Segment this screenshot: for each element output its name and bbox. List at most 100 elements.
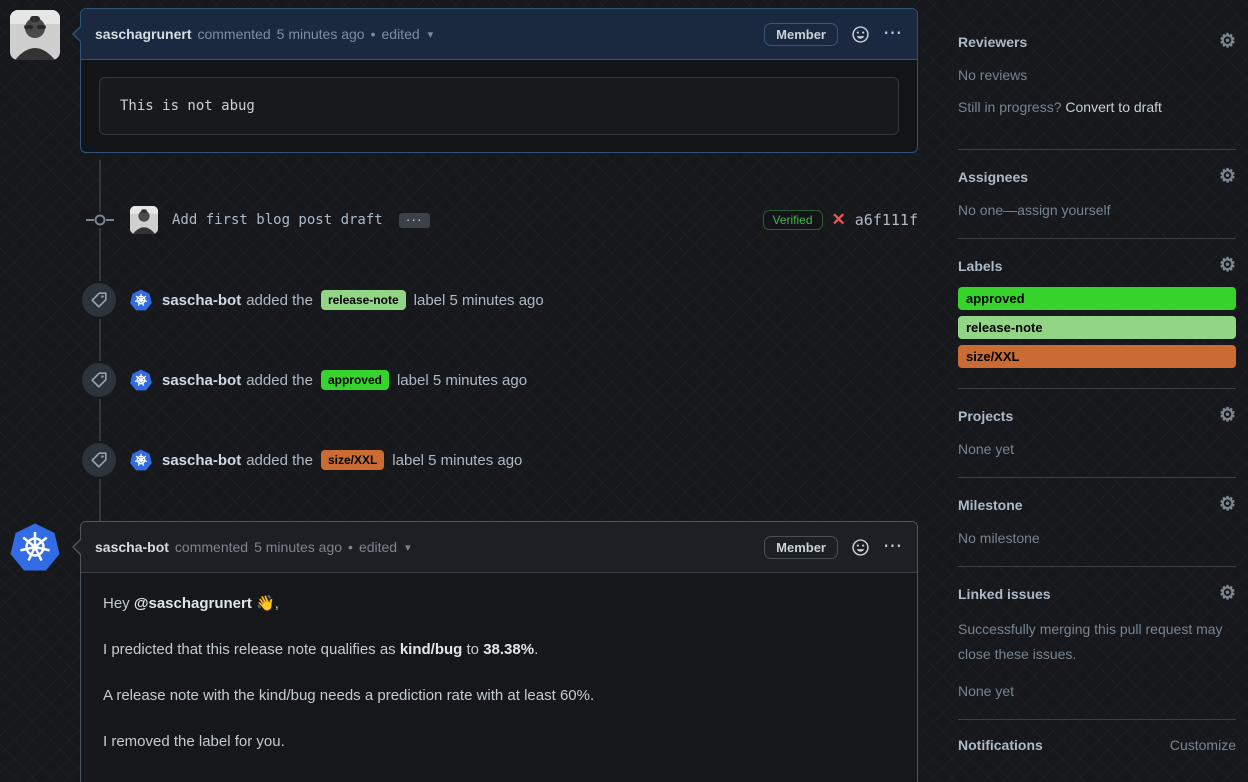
sidebar: Reviewers ⚙ No reviews Still in progress… bbox=[958, 0, 1236, 773]
label-release-note[interactable]: release-note bbox=[958, 316, 1236, 339]
comment-action: commented bbox=[197, 26, 271, 42]
customize-link[interactable]: Customize bbox=[1170, 737, 1236, 753]
linked-issues-description: Successfully merging this pull request m… bbox=[958, 621, 1223, 662]
assignees-title: Assignees bbox=[958, 168, 1029, 185]
linked-issues-section: Linked issues ⚙ Successfully merging thi… bbox=[958, 567, 1236, 720]
kubernetes-logo-icon bbox=[10, 523, 60, 571]
label-event-row: sascha-bot added the approved label 5 mi… bbox=[80, 358, 918, 402]
comment-paragraph: Hey @saschagrunert 👋, bbox=[103, 595, 279, 612]
tag-icon bbox=[80, 441, 118, 479]
person-photo-icon bbox=[130, 206, 158, 234]
verified-badge[interactable]: Verified bbox=[762, 210, 823, 230]
label-size-xxl[interactable]: size/XXL bbox=[958, 345, 1236, 368]
comment-saschagrunert: saschagrunert commented 5 minutes ago • … bbox=[72, 8, 918, 153]
gear-icon[interactable]: ⚙ bbox=[1219, 495, 1236, 514]
edited-label[interactable]: edited bbox=[359, 539, 397, 555]
git-commit-icon bbox=[80, 212, 120, 228]
event-author[interactable]: sascha-bot bbox=[162, 292, 241, 309]
edited-label[interactable]: edited bbox=[382, 26, 420, 42]
notifications-title: Notifications bbox=[958, 737, 1043, 753]
member-badge: Member bbox=[764, 22, 838, 46]
event-text: label 5 minutes ago bbox=[392, 451, 523, 469]
kebab-menu-icon[interactable]: ⋯ bbox=[883, 537, 903, 556]
reviewers-section: Reviewers ⚙ No reviews Still in progress… bbox=[958, 0, 1236, 150]
comment-author[interactable]: sascha-bot bbox=[95, 539, 169, 555]
code-block: This is not abug bbox=[99, 77, 899, 135]
assign-yourself-link[interactable]: assign yourself bbox=[1017, 202, 1110, 218]
event-text: added the bbox=[246, 451, 313, 469]
kebab-menu-icon[interactable]: ⋯ bbox=[883, 24, 903, 43]
event-author[interactable]: sascha-bot bbox=[162, 452, 241, 469]
comment-sascha-bot: sascha-bot commented 5 minutes ago • edi… bbox=[72, 521, 918, 782]
person-photo-icon bbox=[10, 10, 60, 60]
saschagrunert-avatar[interactable] bbox=[10, 10, 60, 60]
projects-title: Projects bbox=[958, 407, 1014, 424]
sascha-bot-avatar[interactable] bbox=[130, 289, 152, 311]
event-text: added the bbox=[246, 291, 313, 309]
comment-body: Hey @saschagrunert 👋, I predicted that t… bbox=[81, 573, 917, 782]
gear-icon[interactable]: ⚙ bbox=[1219, 256, 1236, 275]
label-event-row: sascha-bot added the release-note label … bbox=[80, 278, 918, 322]
mention-link[interactable]: @saschagrunert bbox=[134, 595, 252, 612]
sascha-bot-avatar-large[interactable] bbox=[10, 522, 60, 572]
chevron-down-icon[interactable]: ▾ bbox=[405, 541, 411, 554]
event-text: label 5 minutes ago bbox=[413, 291, 544, 309]
commit-row: Add first blog post draft ··· Verified ✕… bbox=[80, 199, 918, 241]
reviewers-empty: No reviews bbox=[958, 67, 1028, 83]
tag-icon bbox=[80, 361, 118, 399]
labels-title: Labels bbox=[958, 257, 1003, 274]
gear-icon[interactable]: ⚙ bbox=[1219, 406, 1236, 425]
comment-body: This is not abug bbox=[81, 60, 917, 152]
milestone-section: Milestone ⚙ No milestone bbox=[958, 478, 1236, 567]
assignees-empty: No one— bbox=[958, 202, 1018, 218]
dot-separator: • bbox=[370, 26, 376, 42]
comment-paragraph: A release note with the kind/bug needs a… bbox=[103, 687, 595, 704]
label-chip[interactable]: size/XXL bbox=[320, 450, 385, 470]
notifications-section: Notifications Customize bbox=[958, 720, 1236, 773]
comment-timestamp[interactable]: 5 minutes ago bbox=[254, 539, 342, 555]
member-badge: Member bbox=[764, 535, 838, 559]
event-text: added the bbox=[246, 371, 313, 389]
sascha-bot-avatar[interactable] bbox=[130, 369, 152, 391]
chevron-down-icon[interactable]: ▾ bbox=[428, 28, 434, 41]
labels-section: Labels ⚙ approved release-note size/XXL bbox=[958, 239, 1236, 389]
milestone-empty: No milestone bbox=[958, 530, 1040, 546]
label-event-row: sascha-bot added the size/XXL label 5 mi… bbox=[80, 438, 918, 482]
comment-timestamp[interactable]: 5 minutes ago bbox=[277, 26, 365, 42]
smiley-icon[interactable] bbox=[852, 538, 869, 556]
milestone-title: Milestone bbox=[958, 496, 1023, 513]
bubble-caret bbox=[72, 25, 82, 43]
label-chip[interactable]: release-note bbox=[320, 290, 406, 310]
linked-issues-title: Linked issues bbox=[958, 585, 1051, 602]
commit-author-avatar[interactable] bbox=[130, 206, 158, 234]
tag-icon bbox=[80, 281, 118, 319]
comment-header: sascha-bot commented 5 minutes ago • edi… bbox=[72, 522, 917, 573]
gear-icon[interactable]: ⚙ bbox=[1219, 584, 1236, 603]
comment-paragraph: I predicted that this release note quali… bbox=[103, 641, 539, 658]
gear-icon[interactable]: ⚙ bbox=[1219, 32, 1236, 51]
commit-hash[interactable]: a6f111f bbox=[855, 211, 918, 229]
draft-hint: Still in progress? bbox=[958, 99, 1066, 115]
projects-empty: None yet bbox=[958, 441, 1015, 457]
bubble-caret bbox=[72, 538, 82, 556]
assignees-section: Assignees ⚙ No one—assign yourself bbox=[958, 150, 1236, 239]
comment-paragraph: I removed the label for you. bbox=[103, 733, 285, 750]
wave-emoji: 👋 bbox=[251, 595, 275, 612]
label-chip[interactable]: approved bbox=[320, 370, 389, 390]
label-approved[interactable]: approved bbox=[958, 287, 1236, 310]
status-failed-x-icon[interactable]: ✕ bbox=[832, 210, 846, 230]
commit-message[interactable]: Add first blog post draft bbox=[172, 212, 383, 228]
dot-separator: • bbox=[348, 539, 353, 555]
convert-to-draft-link[interactable]: Convert to draft bbox=[1065, 99, 1162, 115]
sascha-bot-avatar[interactable] bbox=[130, 449, 152, 471]
event-author[interactable]: sascha-bot bbox=[162, 372, 241, 389]
projects-section: Projects ⚙ None yet bbox=[958, 389, 1236, 478]
comment-author[interactable]: saschagrunert bbox=[95, 26, 191, 42]
reviewers-title: Reviewers bbox=[958, 33, 1028, 50]
linked-issues-empty: None yet bbox=[958, 683, 1015, 699]
event-text: label 5 minutes ago bbox=[396, 371, 528, 389]
smiley-icon[interactable] bbox=[852, 25, 869, 43]
commit-expander-button[interactable]: ··· bbox=[398, 212, 430, 228]
comment-action: commented bbox=[174, 539, 249, 555]
gear-icon[interactable]: ⚙ bbox=[1219, 167, 1236, 186]
